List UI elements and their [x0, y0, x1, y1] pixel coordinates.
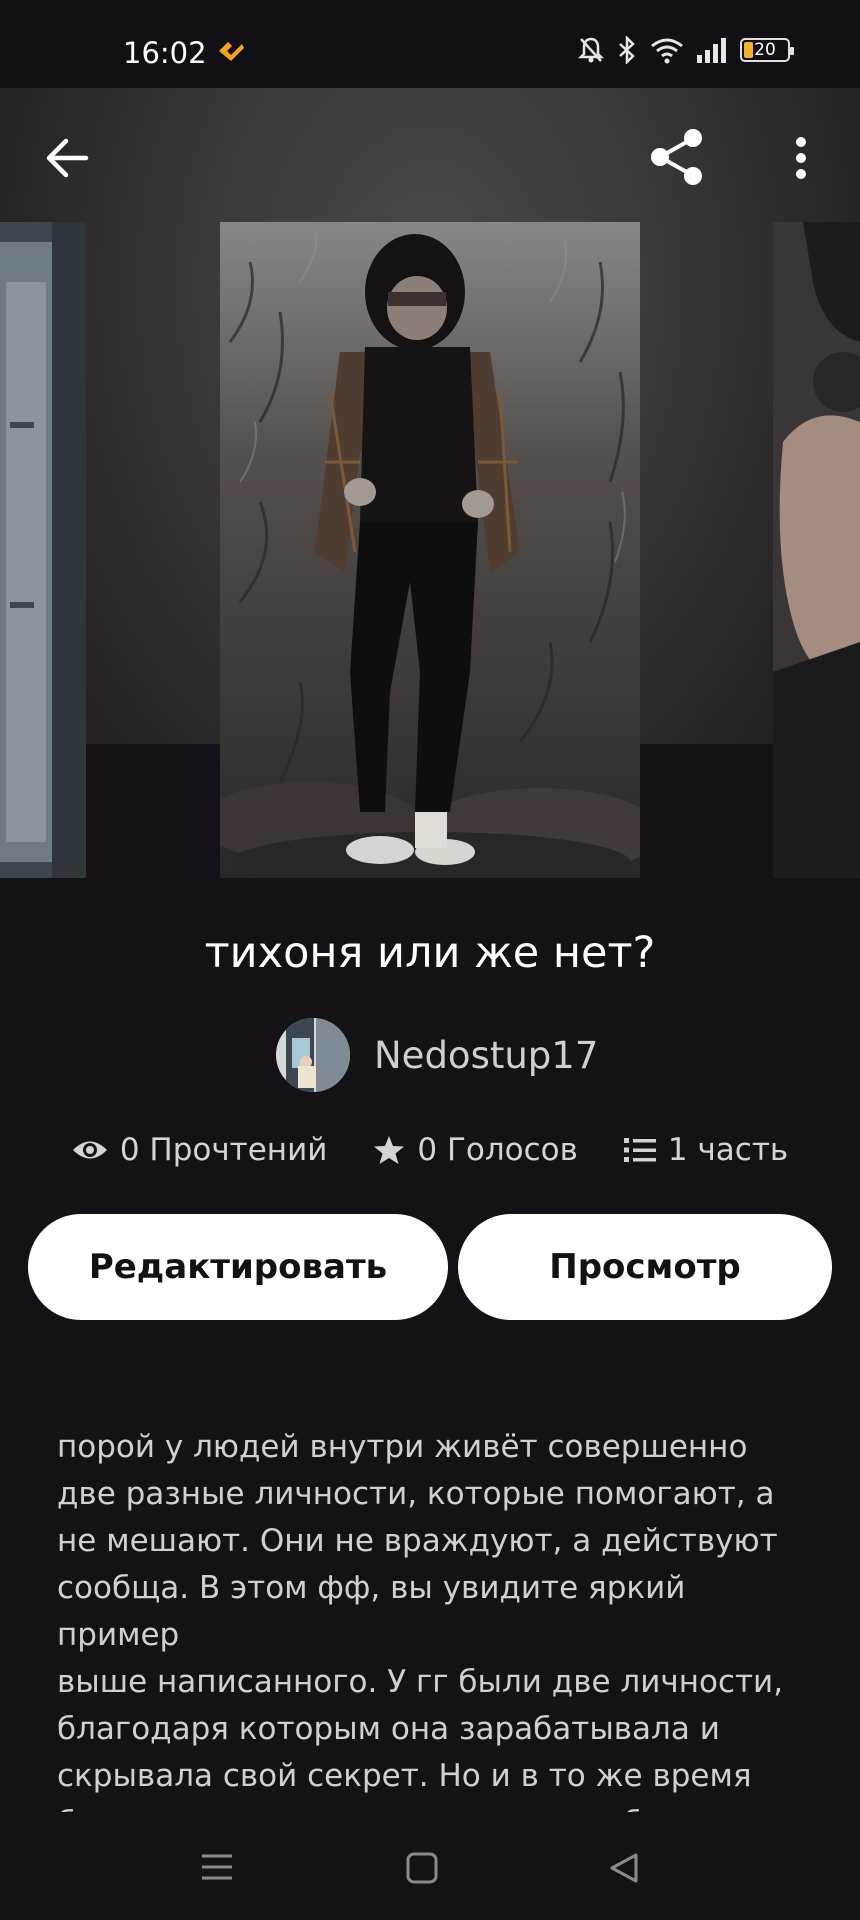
votes-stat: 0 Голосов: [373, 1132, 578, 1168]
status-icons: 20: [578, 36, 794, 64]
more-vertical-icon[interactable]: [786, 128, 816, 188]
status-bar: 16:02 20: [0, 0, 860, 88]
star-icon: [374, 1136, 405, 1164]
avatar[interactable]: [276, 1018, 350, 1092]
bluetooth-icon: [619, 36, 635, 64]
battery-level: 20: [754, 40, 776, 60]
list-icon: [623, 1138, 656, 1162]
story-title: тихоня или же нет?: [204, 928, 656, 978]
cover-next[interactable]: [773, 222, 860, 878]
author-name[interactable]: Nedostup17: [374, 1034, 598, 1077]
cover-image[interactable]: [220, 222, 640, 878]
signal-icon: [697, 38, 726, 63]
back-nav-icon[interactable]: [608, 1852, 640, 1889]
votes-count: 0 Голосов: [417, 1132, 578, 1168]
parts-stat[interactable]: 1 часть: [623, 1132, 788, 1168]
reads-stat: 0 Прочтений: [72, 1132, 328, 1168]
mute-icon: [578, 37, 604, 63]
home-icon[interactable]: [406, 1852, 438, 1889]
parts-count[interactable]: 1 часть: [668, 1132, 788, 1168]
status-time: 16:02: [123, 36, 207, 70]
battery-icon: 20: [740, 38, 794, 62]
cover-previous[interactable]: [0, 222, 86, 878]
back-arrow-icon[interactable]: [40, 130, 96, 186]
edit-button[interactable]: Редактировать: [28, 1214, 448, 1320]
wifi-icon: [651, 38, 683, 64]
preview-button[interactable]: Просмотр: [458, 1214, 832, 1320]
share-icon[interactable]: [646, 126, 708, 188]
eye-icon: [72, 1141, 107, 1159]
cover-carousel: [0, 88, 860, 878]
system-nav-bar: [0, 1812, 860, 1920]
app-notification-icon: [216, 38, 246, 64]
recent-apps-icon[interactable]: [200, 1852, 234, 1887]
author-link[interactable]: Nedostup17: [276, 1018, 598, 1092]
reads-count: 0 Прочтений: [119, 1132, 328, 1168]
story-stats: 0 Прочтений 0 Голосов 1 часть: [0, 1132, 860, 1168]
